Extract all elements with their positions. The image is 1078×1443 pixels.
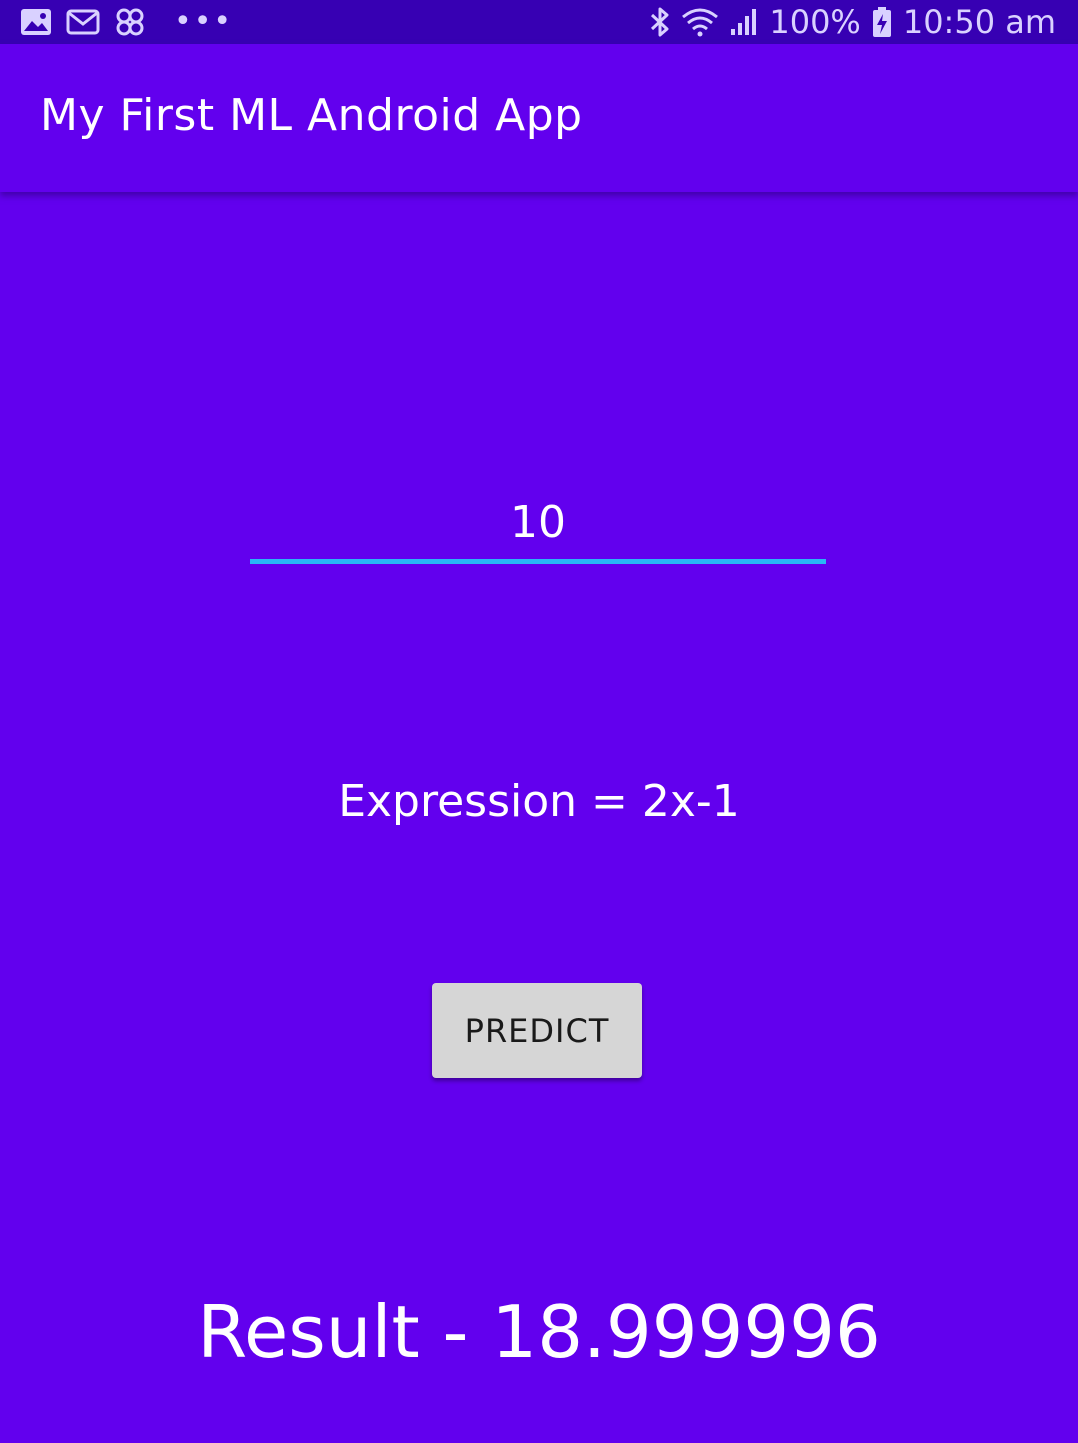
status-left-icons: ••• [20,0,233,44]
result-text: Result - 18.999996 [197,1290,881,1374]
signal-icon [729,7,759,37]
battery-percentage: 100% [769,3,861,41]
status-time: 10:50 am [902,3,1056,41]
number-input-container [250,486,826,564]
gallery-icon [20,8,52,36]
app-title: My First ML Android App [40,90,583,141]
status-right-icons: 100% 10:50 am [649,0,1056,44]
number-input[interactable] [250,486,826,558]
app-bar: My First ML Android App [0,44,1078,192]
wifi-icon [681,7,719,37]
expression-label: Expression = 2x-1 [338,776,740,827]
gmail-icon [66,9,100,35]
predict-button[interactable]: PREDICT [432,983,642,1078]
bluetooth-icon [649,6,671,38]
pinwheel-icon [114,6,146,38]
more-notifications-icon: ••• [174,4,234,39]
battery-charging-icon [871,6,893,38]
input-underline [250,559,826,564]
status-bar: ••• 100% 10:50 am [0,0,1078,44]
